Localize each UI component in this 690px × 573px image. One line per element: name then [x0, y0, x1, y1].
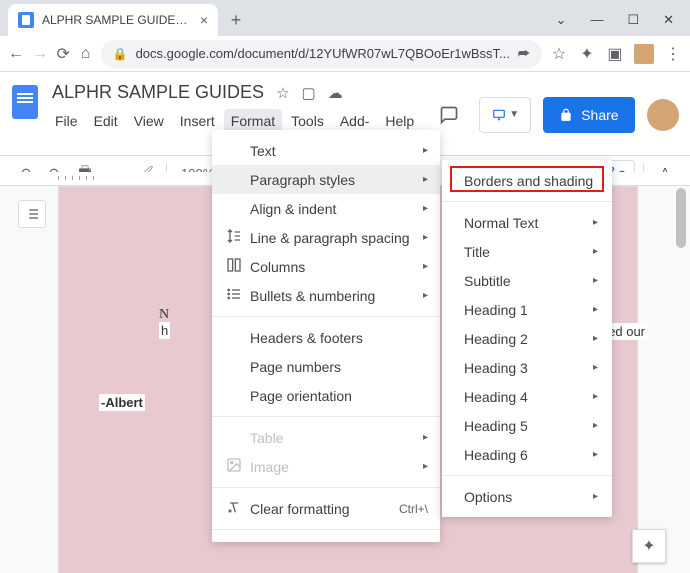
move-document-icon[interactable]: ▢	[302, 84, 316, 102]
docs-logo[interactable]	[12, 84, 38, 120]
menu-file[interactable]: File	[48, 109, 85, 149]
url-text: docs.google.com/document/d/12YUfWR07wL7Q…	[136, 46, 510, 61]
menu-item-bullets-numbering[interactable]: Bullets & numbering ▸	[212, 281, 440, 310]
submenu-arrow-icon: ▸	[423, 232, 428, 243]
menu-item-image[interactable]: Image ▸	[212, 452, 440, 481]
submenu-arrow-icon: ▸	[593, 333, 598, 344]
share-url-icon[interactable]: ⮫	[518, 46, 530, 62]
star-icon[interactable]: ☆	[550, 45, 568, 63]
submenu-borders-shading[interactable]: Borders and shading	[442, 166, 612, 195]
maximize-icon[interactable]: ☐	[627, 12, 639, 28]
submenu-arrow-icon: ▸	[423, 461, 428, 472]
paragraph-styles-submenu: Borders and shading Normal Text ▸ Title …	[442, 160, 612, 517]
browser-tab-strip: ALPHR SAMPLE GUIDES - Google × + ⌄ — ☐ ✕	[0, 0, 690, 36]
submenu-arrow-icon: ▸	[423, 145, 428, 156]
menu-item-page-orientation[interactable]: Page orientation	[212, 381, 440, 410]
doc-attribution: -Albert	[99, 394, 145, 411]
submenu-arrow-icon: ▸	[593, 491, 598, 502]
submenu-title[interactable]: Title ▸	[442, 237, 612, 266]
lock-icon: 🔒	[113, 47, 128, 61]
menu-edit[interactable]: Edit	[87, 109, 125, 149]
menu-item-align-indent[interactable]: Align & indent ▸	[212, 194, 440, 223]
browser-tab[interactable]: ALPHR SAMPLE GUIDES - Google ×	[8, 4, 218, 36]
document-title[interactable]: ALPHR SAMPLE GUIDES	[48, 80, 268, 105]
menu-item-paragraph-styles[interactable]: Paragraph styles ▸	[212, 165, 440, 194]
submenu-arrow-icon: ▸	[593, 420, 598, 431]
submenu-arrow-icon: ▸	[593, 304, 598, 315]
submenu-heading-6[interactable]: Heading 6 ▸	[442, 440, 612, 469]
star-document-icon[interactable]: ☆	[276, 84, 289, 102]
menu-item-line-spacing[interactable]: Line & paragraph spacing ▸	[212, 223, 440, 252]
format-dropdown-menu: Text ▸ Paragraph styles ▸ Align & indent…	[212, 130, 440, 542]
cloud-status-icon[interactable]: ☁	[328, 84, 343, 102]
submenu-options[interactable]: Options ▸	[442, 482, 612, 511]
submenu-arrow-icon: ▸	[593, 246, 598, 257]
reload-button[interactable]: ⟳	[56, 42, 70, 66]
submenu-arrow-icon: ▸	[593, 275, 598, 286]
submenu-heading-4[interactable]: Heading 4 ▸	[442, 382, 612, 411]
forward-button[interactable]: →	[32, 42, 48, 66]
submenu-arrow-icon: ▸	[423, 261, 428, 272]
tab-title: ALPHR SAMPLE GUIDES - Google	[42, 13, 192, 27]
extensions-area: ☆ ✦ ▣ ⋮	[550, 44, 682, 64]
menu-item-page-numbers[interactable]: Page numbers	[212, 352, 440, 381]
submenu-arrow-icon: ▸	[423, 174, 428, 185]
submenu-arrow-icon: ▸	[423, 203, 428, 214]
new-tab-button[interactable]: +	[222, 6, 250, 34]
menu-view[interactable]: View	[127, 109, 171, 149]
doc-text-fragment: h	[159, 322, 170, 339]
menu-item-table[interactable]: Table ▸	[212, 423, 440, 452]
minimize-icon[interactable]: —	[590, 12, 603, 28]
submenu-arrow-icon: ▸	[593, 449, 598, 460]
document-outline-button[interactable]	[18, 200, 46, 228]
browser-toolbar: ← → ⟳ ⌂ 🔒 docs.google.com/document/d/12Y…	[0, 36, 690, 72]
address-bar[interactable]: 🔒 docs.google.com/document/d/12YUfWR07wL…	[101, 40, 542, 68]
present-button[interactable]: ▼	[479, 97, 531, 133]
line-spacing-icon	[226, 228, 250, 247]
tab-close-icon[interactable]: ×	[200, 12, 208, 28]
share-label: Share	[581, 107, 618, 123]
extension-slot-icon[interactable]: ▣	[606, 45, 624, 63]
submenu-arrow-icon: ▸	[423, 432, 428, 443]
home-button[interactable]: ⌂	[78, 42, 92, 66]
user-avatar[interactable]	[647, 99, 679, 131]
profile-avatar-icon[interactable]	[634, 44, 654, 64]
menu-item-headers-footers[interactable]: Headers & footers	[212, 323, 440, 352]
submenu-arrow-icon: ▸	[593, 217, 598, 228]
extensions-icon[interactable]: ✦	[578, 45, 596, 63]
clear-format-icon	[226, 499, 250, 518]
submenu-heading-3[interactable]: Heading 3 ▸	[442, 353, 612, 382]
explore-button[interactable]: ✦	[632, 529, 666, 563]
close-window-icon[interactable]: ✕	[663, 12, 674, 28]
docs-favicon	[18, 12, 34, 28]
chrome-menu-icon[interactable]: ⋮	[664, 45, 682, 63]
vertical-scrollbar[interactable]	[674, 186, 688, 573]
submenu-heading-5[interactable]: Heading 5 ▸	[442, 411, 612, 440]
image-icon	[226, 457, 250, 476]
menu-shortcut: Ctrl+\	[399, 502, 428, 516]
back-button[interactable]: ←	[8, 42, 24, 66]
submenu-arrow-icon: ▸	[593, 362, 598, 373]
comments-history-icon[interactable]	[431, 97, 467, 133]
columns-icon	[226, 257, 250, 276]
submenu-normal-text[interactable]: Normal Text ▸	[442, 208, 612, 237]
chevron-down-icon[interactable]: ⌄	[556, 12, 567, 28]
window-controls: ⌄ — ☐ ✕	[556, 12, 690, 28]
submenu-heading-2[interactable]: Heading 2 ▸	[442, 324, 612, 353]
share-button[interactable]: Share	[543, 97, 634, 133]
submenu-heading-1[interactable]: Heading 1 ▸	[442, 295, 612, 324]
menu-item-columns[interactable]: Columns ▸	[212, 252, 440, 281]
submenu-arrow-icon: ▸	[593, 391, 598, 402]
submenu-subtitle[interactable]: Subtitle ▸	[442, 266, 612, 295]
bullets-icon	[226, 286, 250, 305]
menu-item-clear-formatting[interactable]: Clear formatting Ctrl+\	[212, 494, 440, 523]
submenu-arrow-icon: ▸	[423, 290, 428, 301]
menu-item-text[interactable]: Text ▸	[212, 136, 440, 165]
